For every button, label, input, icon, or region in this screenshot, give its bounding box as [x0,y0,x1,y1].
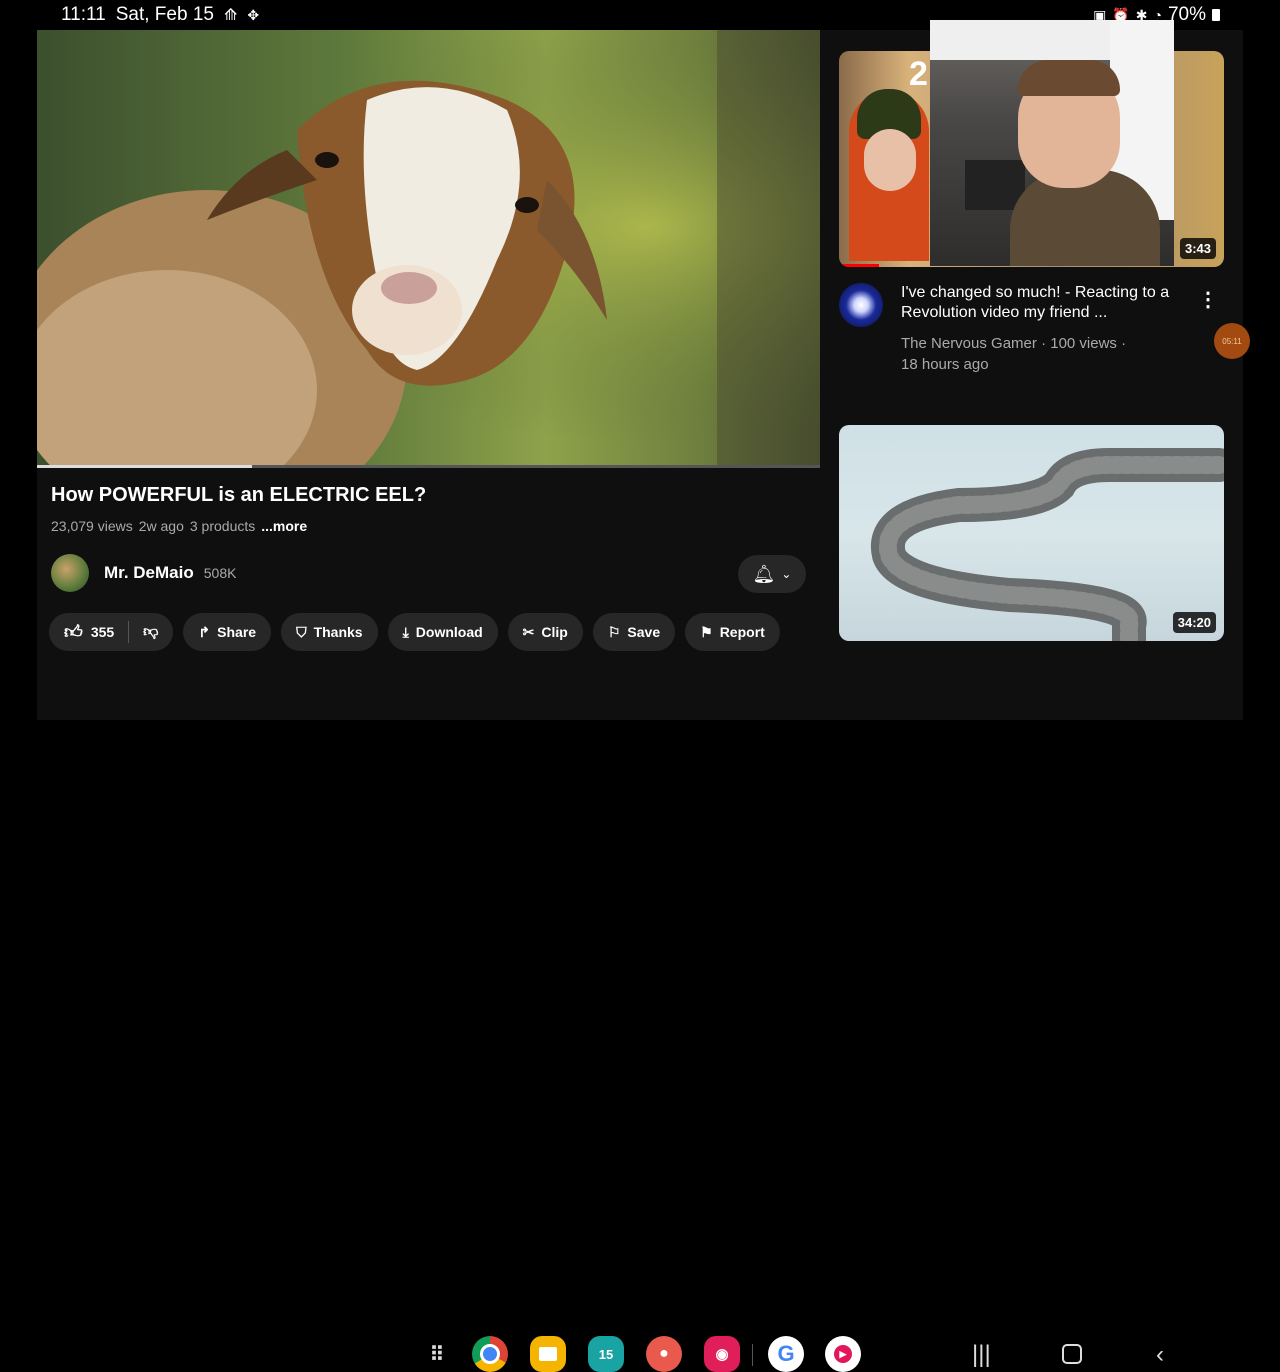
products-count: 3 products [189,518,256,534]
share-label: Share [217,624,257,640]
thanks-button[interactable]: ⛉ Thanks [281,613,378,651]
status-date: Sat, Feb 15 [115,4,214,25]
status-left: 11:11 Sat, Feb 15 ⟰ ✥ [61,4,259,26]
related-channel: The Nervous Gamer [901,335,1037,352]
video-progress-bar[interactable] [37,465,820,468]
thumb-face-left [864,129,916,191]
share-icon: ↱ [198,623,211,640]
thanks-icon: ⛉ [296,623,307,640]
bookmark-icon: ⚐ [607,623,621,640]
floating-timer-bubble[interactable]: 05:11 [1214,323,1250,359]
files-icon[interactable] [530,1336,566,1372]
chevron-down-icon: ⌄ [781,567,792,581]
dots-icon: ✥ [247,6,260,23]
channel-row[interactable]: Mr. DeMaio 508K [51,554,236,592]
video-frame-goat [37,30,820,467]
scissors-icon: ✂ [522,623,535,640]
taskbar: ⠿ 15 ● ◉ G ▶ ||| ‹ [0,664,1280,1372]
upload-age: 2w ago [138,518,184,534]
action-bar: 👍︎ 355 👎︎ ↱ Share ⛉ Thanks ⤓ Download ✂ … [49,613,780,651]
related-meta: The Nervous Gamer · 100 views · 18 hours… [901,333,1201,375]
download-button[interactable]: ⤓ Download [387,613,498,651]
video-title: How POWERFUL is an ELECTRIC EEL? [51,484,427,506]
report-button[interactable]: ⚑ Report [685,613,780,651]
channel-avatar[interactable] [51,554,89,592]
home-icon[interactable] [1062,1344,1082,1364]
more-options-icon[interactable]: ⋮ [1198,287,1218,312]
pip-hair [1018,60,1120,96]
bell-icon: 🔔︎ [752,563,776,584]
thumbs-down-icon: 👎︎ [143,623,159,640]
thumbs-up-icon: 👍︎ [64,622,83,642]
apps-grid-icon[interactable]: ⠿ [419,1336,455,1372]
contacts-icon[interactable]: ● [646,1336,682,1372]
flag-icon: ⚑ [700,623,713,640]
clip-label: Clip [541,624,568,640]
video-progress-fill [37,465,253,468]
more-link[interactable]: ...more [261,518,307,534]
divider [128,621,130,643]
save-button[interactable]: ⚐ Save [592,613,676,651]
thumb-overlay-text: 2 [909,55,928,93]
related-channel-avatar[interactable] [839,283,883,327]
subscriber-count: 508K [203,565,237,581]
duration-badge: 34:20 [1172,612,1216,633]
share-button[interactable]: ↱ Share [183,613,272,651]
thanks-label: Thanks [313,624,363,640]
back-icon[interactable]: ‹ [1156,1341,1164,1369]
download-label: Download [415,624,483,640]
recent-apps-icon[interactable]: ||| [972,1341,991,1369]
report-label: Report [719,624,765,640]
watched-progress [839,264,879,267]
status-time: 11:11 [61,4,106,25]
related-title[interactable]: I've changed so much! - Reacting to a Re… [901,283,1171,323]
channel-name[interactable]: Mr. DeMaio [104,563,194,583]
youtube-icon[interactable]: ▶ [825,1336,861,1372]
video-player[interactable] [37,30,820,467]
pip-camera-overlay[interactable] [930,20,1174,266]
camera-icon[interactable]: ◉ [704,1336,740,1372]
save-label: Save [627,624,661,640]
related-age: 18 hours ago [901,356,989,373]
like-button[interactable]: 👍︎ 355 [64,621,114,643]
google-icon[interactable]: G [768,1336,804,1372]
like-count: 355 [90,624,115,640]
related-thumbnail-2[interactable]: 34:20 [839,425,1224,641]
related-views: 100 views [1050,335,1117,352]
video-meta[interactable]: 23,079 views 2w ago 3 products ...more [51,518,307,534]
meta-dot: · [1121,335,1127,352]
thumb-giant-snake [870,448,1224,641]
calendar-day: 15 [598,1346,614,1362]
notification-bell-button[interactable]: 🔔︎ ⌄ [738,555,806,593]
sync-icon: ⟰ [223,7,238,24]
view-count: 23,079 views [51,518,133,534]
calendar-icon[interactable]: 15 [588,1336,624,1372]
clip-button[interactable]: ✂ Clip [507,613,583,651]
meta-dot: · [1041,335,1051,352]
duration-badge: 3:43 [1179,238,1216,259]
download-icon: ⤓ [402,623,409,640]
dislike-button[interactable]: 👎︎ [143,623,158,641]
like-dislike-pill: 👍︎ 355 👎︎ [49,613,174,651]
chrome-icon[interactable] [472,1336,508,1372]
dock-divider [752,1344,753,1366]
battery-icon [1212,9,1220,21]
